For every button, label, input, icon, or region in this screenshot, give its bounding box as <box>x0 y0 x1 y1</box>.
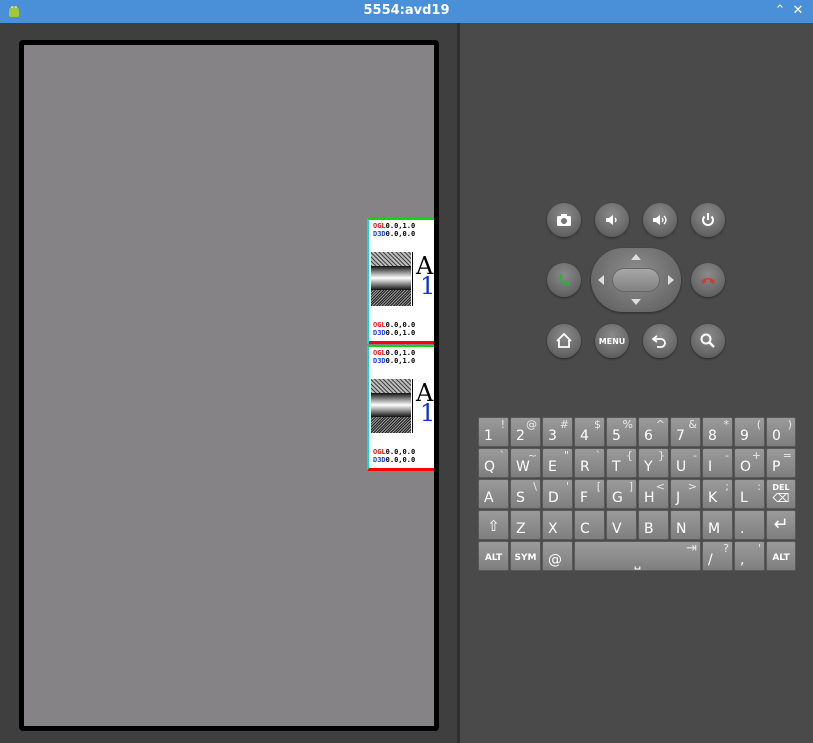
tile-top-label: OGL0.0,1.0 D3D0.0,0.0 <box>373 222 416 238</box>
emulator-window: 5554:avd19 ⌃ ✕ OGL0.0,1.0 D3D0.0,0.0 A 1… <box>0 0 813 743</box>
key-enter[interactable]: ↵ <box>766 510 796 540</box>
key-u[interactable]: U- <box>670 448 701 478</box>
texture-pattern <box>371 252 411 306</box>
end-call-button[interactable] <box>691 263 725 297</box>
key-p[interactable]: P = <box>766 448 796 478</box>
key-w[interactable]: W ~ <box>510 448 541 478</box>
key-v[interactable]: V <box>606 510 637 540</box>
key-g[interactable]: G] <box>606 479 637 509</box>
tile-top-label: OGL0.0,1.0 D3D0.0,1.0 <box>373 349 416 365</box>
end-call-icon <box>701 278 715 284</box>
space-icon: ⎵ <box>634 552 641 570</box>
volume-up-button[interactable] <box>643 203 677 237</box>
key-slash[interactable]: /? <box>702 541 733 571</box>
camera-icon <box>557 214 571 226</box>
key-1[interactable]: 1! <box>478 417 509 447</box>
tile-bottom-label: OGL0.0,0.0 D3D0.0,1.0 <box>373 321 416 337</box>
key-space[interactable]: ⇥ ⎵ <box>574 541 701 571</box>
device-screen-panel: OGL0.0,1.0 D3D0.0,0.0 A 1 OGL0.0,0.0 D3D… <box>0 23 457 743</box>
home-button[interactable] <box>547 324 581 358</box>
key-k[interactable]: K; <box>702 479 733 509</box>
device-screen[interactable]: OGL0.0,1.0 D3D0.0,0.0 A 1 OGL0.0,0.0 D3D… <box>24 45 434 726</box>
menu-label: MENU <box>598 336 626 346</box>
close-button[interactable]: ✕ <box>789 2 807 20</box>
key-r[interactable]: R ` <box>574 448 605 478</box>
key-sym[interactable]: SYM <box>510 541 541 571</box>
volume-down-button[interactable] <box>595 203 629 237</box>
back-button[interactable] <box>643 324 677 358</box>
key-4[interactable]: 4 $ <box>574 417 605 447</box>
hardware-controls-panel: MENU 1! 2@ 3# 4$ 5% 6^ 7& 8* 9( 0) <box>460 23 813 743</box>
camera-button[interactable] <box>547 203 581 237</box>
key-5[interactable]: 5% <box>606 417 637 447</box>
red-border <box>369 341 434 344</box>
tile-bottom-label: OGL0.0,0.0 D3D0.0,0.0 <box>373 448 416 464</box>
call-button[interactable] <box>547 263 581 297</box>
key-2[interactable]: 2 @ <box>510 417 541 447</box>
key-comma[interactable]: , ' <box>734 541 765 571</box>
menu-button[interactable]: MENU <box>595 324 629 358</box>
key-0[interactable]: 0) <box>766 417 796 447</box>
key-a[interactable]: A <box>478 479 509 509</box>
key-shift[interactable]: ⇧ <box>478 510 509 540</box>
dpad <box>591 248 681 312</box>
glyph-box: A 1 <box>412 379 434 433</box>
key-o[interactable]: O + <box>734 448 765 478</box>
power-button[interactable] <box>691 203 725 237</box>
search-icon <box>700 333 715 348</box>
key-del[interactable]: DEL ⌫ <box>766 479 796 509</box>
key-c[interactable]: C <box>574 510 605 540</box>
key-8[interactable]: 8 * <box>702 417 733 447</box>
dpad-down[interactable] <box>631 299 641 305</box>
key-3[interactable]: 3 # <box>542 417 573 447</box>
volume-down-icon <box>606 215 617 225</box>
key-n[interactable]: N <box>670 510 701 540</box>
key-9[interactable]: 9( <box>734 417 765 447</box>
key-alt-right[interactable]: ALT <box>766 541 796 571</box>
key-m[interactable]: M <box>702 510 733 540</box>
render-tile: OGL0.0,1.0 D3D0.0,0.0 A 1 OGL0.0,0.0 D3D… <box>367 218 434 344</box>
key-alt-left[interactable]: ALT <box>478 541 509 571</box>
key-e[interactable]: E " <box>542 448 573 478</box>
key-j[interactable]: J > <box>670 479 701 509</box>
volume-up-icon <box>653 215 667 225</box>
back-icon <box>651 335 666 348</box>
key-q[interactable]: Q ` <box>478 448 509 478</box>
key-7[interactable]: 7 & <box>670 417 701 447</box>
key-s[interactable]: S \ <box>510 479 541 509</box>
title-bar[interactable]: 5554:avd19 ⌃ ✕ <box>0 0 813 23</box>
dpad-center[interactable] <box>612 268 660 292</box>
key-y[interactable]: Y} <box>638 448 669 478</box>
dpad-left[interactable] <box>598 275 604 285</box>
key-d[interactable]: D ' <box>542 479 573 509</box>
key-h[interactable]: H < <box>638 479 669 509</box>
texture-pattern <box>371 379 411 433</box>
search-button[interactable] <box>691 324 725 358</box>
key-z[interactable]: Z <box>510 510 541 540</box>
key-t[interactable]: T{ <box>606 448 637 478</box>
key-x[interactable]: X <box>542 510 573 540</box>
render-tile: OGL0.0,1.0 D3D0.0,1.0 A 1 OGL0.0,0.0 D3D… <box>367 345 434 471</box>
backspace-icon: ⌫ <box>772 491 790 505</box>
key-b[interactable]: B <box>638 510 669 540</box>
glyph-box: A 1 <box>412 252 434 306</box>
dpad-up[interactable] <box>631 254 641 260</box>
key-i[interactable]: I- <box>702 448 733 478</box>
glyph-number: 1 <box>420 399 434 427</box>
power-icon <box>702 213 714 226</box>
hardware-keyboard: 1! 2 @ 3 # 4 $ 5% 6 ^ 7 & 8 * 9( 0) Q ` W ~ E " R… <box>478 417 796 572</box>
dpad-right[interactable] <box>668 275 674 285</box>
key-period[interactable]: . <box>734 510 765 540</box>
key-at[interactable]: @ <box>542 541 573 571</box>
home-icon <box>556 332 572 348</box>
glyph-number: 1 <box>420 272 434 300</box>
key-6[interactable]: 6 ^ <box>638 417 669 447</box>
device-screen-frame: OGL0.0,1.0 D3D0.0,0.0 A 1 OGL0.0,0.0 D3D… <box>19 40 439 731</box>
minimize-button[interactable]: ⌃ <box>771 2 789 20</box>
window-title: 5554:avd19 <box>363 3 450 18</box>
call-icon <box>559 274 570 286</box>
key-f[interactable]: F[ <box>574 479 605 509</box>
key-l[interactable]: L: <box>734 479 765 509</box>
emulator-body: OGL0.0,1.0 D3D0.0,0.0 A 1 OGL0.0,0.0 D3D… <box>0 23 813 743</box>
